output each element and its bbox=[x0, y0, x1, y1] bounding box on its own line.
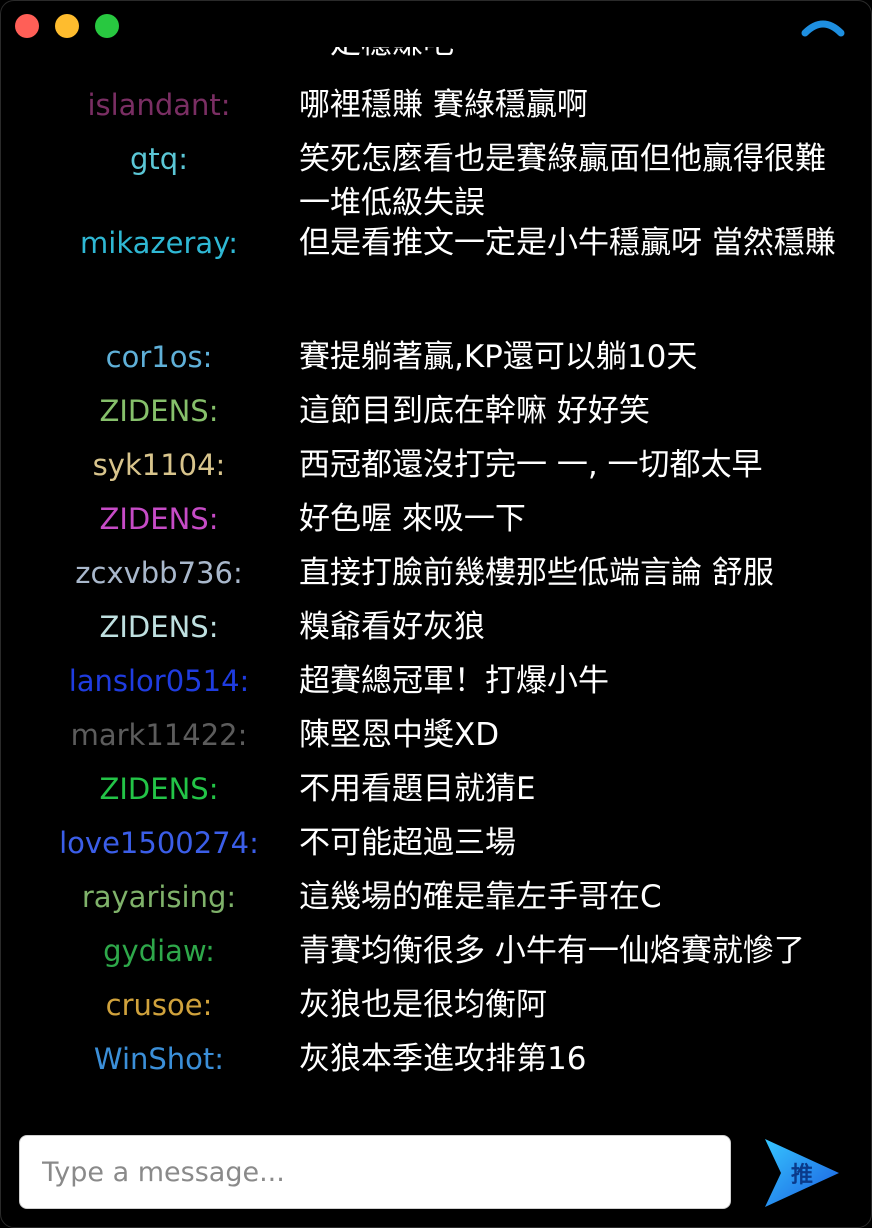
message-text: 這幾場的確是靠左手哥在C bbox=[299, 879, 662, 915]
message-text: 賽提躺著贏,KP還可以躺10天 bbox=[299, 339, 698, 375]
message-text: 超賽總冠軍！打爆小牛 bbox=[299, 663, 609, 699]
message-username[interactable]: rayarising: bbox=[1, 877, 317, 917]
loading-arc-icon bbox=[801, 20, 845, 37]
message-username[interactable]: ZIDENS: bbox=[1, 769, 317, 809]
message-text: 一定穩賺吧 bbox=[299, 47, 839, 65]
message-username[interactable]: love1500274: bbox=[1, 823, 317, 863]
message-text: 陳堅恩中獎XD bbox=[299, 717, 500, 753]
message-username[interactable]: ZIDENS: bbox=[1, 391, 317, 431]
message-text: 哪裡穩賺 賽綠穩贏啊 bbox=[299, 87, 588, 123]
message-username[interactable]: gtq: bbox=[1, 139, 317, 179]
close-button[interactable] bbox=[15, 14, 39, 38]
send-label: 推 bbox=[790, 1163, 813, 1188]
message-text: 西冠都還沒打完一 一, 一切都太早 bbox=[299, 447, 763, 483]
message-username[interactable]: crusoe: bbox=[1, 985, 317, 1025]
window-controls bbox=[15, 14, 119, 38]
message-text: 好色喔 來吸一下 bbox=[299, 501, 526, 537]
message-username[interactable]: WinShot: bbox=[1, 1039, 317, 1079]
message-text: 笑死怎麼看也是賽綠贏面但他贏得很難一堆低級失誤 bbox=[299, 141, 826, 221]
message-text: 這節目到底在幹嘛 好好笑 bbox=[299, 393, 650, 429]
minimize-button[interactable] bbox=[55, 14, 79, 38]
message-username[interactable]: ZIDENS: bbox=[1, 607, 317, 647]
chat-window: 一定穩賺吧 islandant:哪裡穩賺 賽綠穩贏啊 gtq:笑死怎麼看也是賽綠贏面… bbox=[0, 0, 872, 1228]
message-text: 灰狼也是很均衡阿 bbox=[299, 987, 547, 1023]
message-username[interactable]: ZIDENS: bbox=[1, 499, 317, 539]
message-text: 直接打臉前幾樓那些低端言論 舒服 bbox=[299, 555, 774, 591]
message-text: 灰狼本季進攻排第16 bbox=[299, 1041, 587, 1077]
message-username[interactable]: lanslor0514: bbox=[1, 661, 317, 701]
message-username[interactable]: mikazeray: bbox=[1, 223, 317, 263]
message-text: 青賽均衡很多 小牛有一仙烙賽就慘了 bbox=[299, 933, 805, 969]
message-username[interactable]: mark11422: bbox=[1, 715, 317, 755]
message-username[interactable]: cor1os: bbox=[1, 337, 317, 377]
message-input[interactable] bbox=[19, 1135, 731, 1209]
send-button[interactable]: 推 bbox=[761, 1135, 843, 1211]
message-text: 不可能超過三場 bbox=[299, 825, 516, 861]
message-username[interactable]: zcxvbb736: bbox=[1, 553, 317, 593]
message-username[interactable]: islandant: bbox=[1, 85, 317, 125]
message-username[interactable]: gydiaw: bbox=[1, 931, 317, 971]
message-text: 但是看推文一定是小牛穩贏呀 當然穩賺 bbox=[299, 225, 836, 261]
message-text: 不用看題目就猜E bbox=[299, 771, 536, 807]
message-text: 糗爺看好灰狼 bbox=[299, 609, 485, 645]
zoom-button[interactable] bbox=[95, 14, 119, 38]
message-username[interactable]: syk1104: bbox=[1, 445, 317, 485]
message-list[interactable]: 一定穩賺吧 islandant:哪裡穩賺 賽綠穩贏啊 gtq:笑死怎麼看也是賽綠贏面… bbox=[1, 47, 871, 1107]
